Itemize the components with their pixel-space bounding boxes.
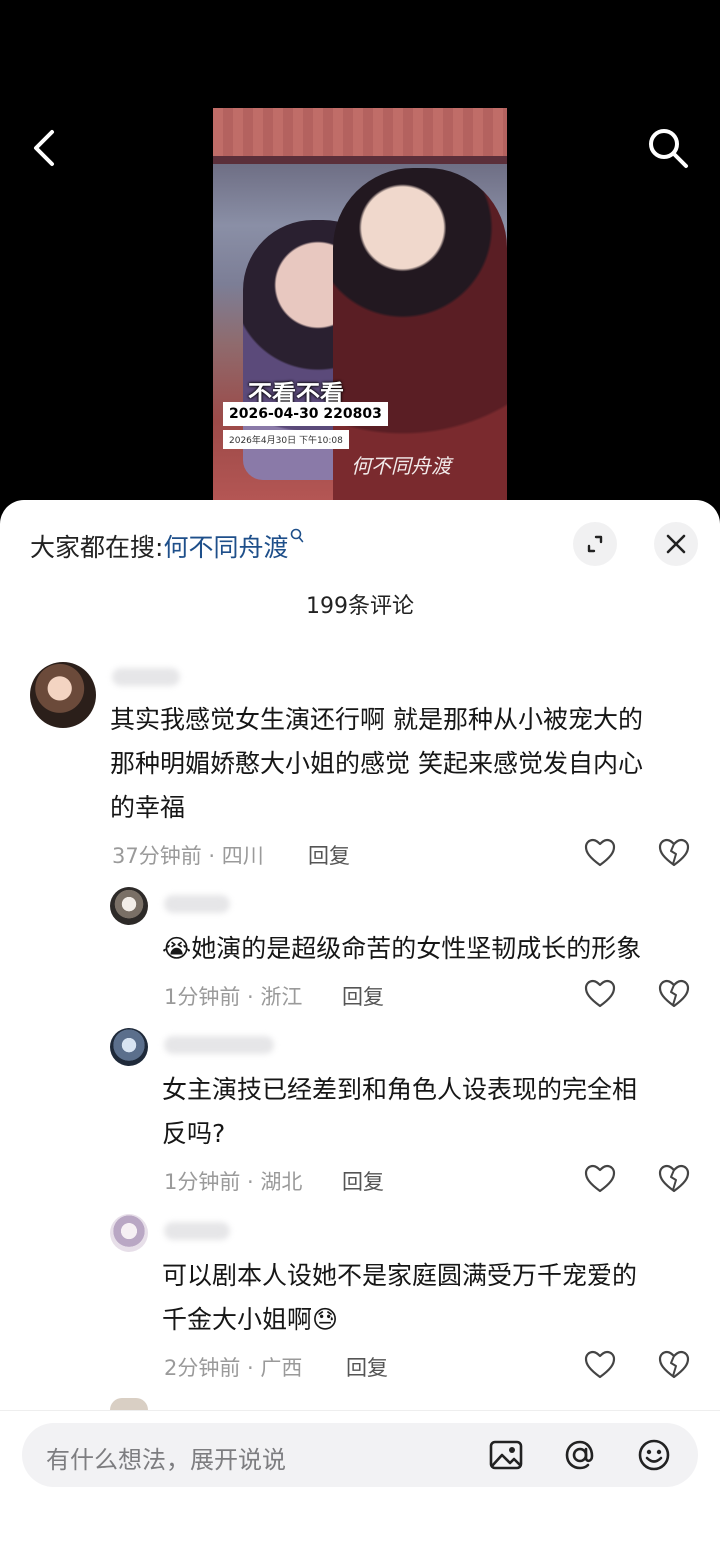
username-blurred[interactable] xyxy=(112,668,180,686)
image-icon[interactable] xyxy=(488,1437,524,1473)
avatar-partial[interactable] xyxy=(110,1398,148,1410)
comment-text-line: 女主演技已经差到和角色人设表现的完全相 xyxy=(162,1075,638,1104)
video-date-detail: 2026年4月30日 下午10:08 xyxy=(223,430,349,449)
comment-text-line: 千金大小姐啊😓 xyxy=(162,1305,339,1334)
comment-meta: 1分钟前 · 浙江 xyxy=(164,985,303,1009)
comment-text-line: 😭她演的是超级命苦的女性坚韧成长的形象 xyxy=(162,934,642,963)
expand-button[interactable] xyxy=(573,522,617,566)
video-area: 不看不看 2026-04-30 220803 2026年4月30日 下午10:0… xyxy=(0,0,720,510)
comment-text-line: 可以剧本人设她不是家庭圆满受万千宠爱的 xyxy=(162,1261,638,1290)
comment-meta: 1分钟前 · 湖北 xyxy=(164,1170,303,1194)
username-blurred[interactable] xyxy=(164,1222,230,1240)
scene-wall xyxy=(213,156,507,164)
comment-input-placeholder: 有什么想法，展开说说 xyxy=(46,1446,286,1474)
comment-sheet: 大家都在搜:何不同舟渡 199条评论 其实我感觉女生演还行啊 就是那种从小被宠大… xyxy=(0,500,720,1562)
heart-icon[interactable] xyxy=(583,1162,617,1196)
comment-meta: 2分钟前 · 广西 xyxy=(164,1356,303,1380)
reply-button[interactable]: 回复 xyxy=(342,981,384,1011)
close-button[interactable] xyxy=(654,522,698,566)
heart-icon[interactable] xyxy=(583,836,617,870)
hot-search-keyword[interactable]: 何不同舟渡 xyxy=(163,533,288,562)
reply-button[interactable]: 回复 xyxy=(308,840,350,870)
heart-icon[interactable] xyxy=(583,977,617,1011)
search-icon[interactable] xyxy=(644,124,692,172)
comment-text-line: 反吗? xyxy=(162,1119,226,1148)
comment-item: 可以剧本人设她不是家庭圆满受万千宠爱的 千金大小姐啊😓 2分钟前 · 广西 回复 xyxy=(0,1212,720,1382)
avatar[interactable] xyxy=(110,1214,148,1252)
comment-item: 😭她演的是超级命苦的女性坚韧成长的形象 1分钟前 · 浙江 回复 xyxy=(0,885,720,1015)
comment-text-line: 那种明媚娇憨大小姐的感觉 笑起来感觉发自内心 xyxy=(110,749,643,778)
avatar[interactable] xyxy=(110,1028,148,1066)
comment-count: 199条评论 xyxy=(306,594,414,619)
avatar[interactable] xyxy=(30,662,96,728)
comment-meta: 37分钟前 · 四川 xyxy=(112,844,264,868)
avatar[interactable] xyxy=(110,887,148,925)
hot-search-prefix: 大家都在搜: xyxy=(30,533,164,562)
comment-item: 其实我感觉女生演还行啊 就是那种从小被宠大的 那种明媚娇憨大小姐的感觉 笑起来感… xyxy=(0,660,720,880)
username-blurred[interactable] xyxy=(164,1036,274,1054)
emoji-icon[interactable] xyxy=(636,1437,672,1473)
comment-input-bar: 有什么想法，展开说说 xyxy=(0,1410,720,1562)
mention-icon[interactable] xyxy=(562,1437,598,1473)
close-icon xyxy=(666,534,686,554)
video-thumbnail[interactable]: 不看不看 2026-04-30 220803 2026年4月30日 下午10:0… xyxy=(213,108,507,500)
scene-roof xyxy=(213,108,507,156)
hot-search-link[interactable]: 大家都在搜:何不同舟渡 xyxy=(30,528,304,564)
broken-heart-icon[interactable] xyxy=(657,836,691,870)
heart-icon[interactable] xyxy=(583,1348,617,1382)
comment-text-line: 其实我感觉女生演还行啊 就是那种从小被宠大的 xyxy=(110,705,643,734)
comment-item: 女主演技已经差到和角色人设表现的完全相 反吗? 1分钟前 · 湖北 回复 xyxy=(0,1026,720,1196)
video-signature: 何不同舟渡 xyxy=(351,454,451,478)
broken-heart-icon[interactable] xyxy=(657,1162,691,1196)
expand-icon xyxy=(587,535,603,553)
comment-input[interactable]: 有什么想法，展开说说 xyxy=(22,1423,698,1487)
video-date: 2026-04-30 220803 xyxy=(223,402,388,426)
username-blurred[interactable] xyxy=(164,895,230,913)
reply-button[interactable]: 回复 xyxy=(342,1166,384,1196)
reply-button[interactable]: 回复 xyxy=(346,1352,388,1382)
back-icon[interactable] xyxy=(26,126,66,170)
small-search-icon xyxy=(291,528,304,543)
broken-heart-icon[interactable] xyxy=(657,1348,691,1382)
broken-heart-icon[interactable] xyxy=(657,977,691,1011)
comment-text-line: 的幸福 xyxy=(110,793,186,822)
